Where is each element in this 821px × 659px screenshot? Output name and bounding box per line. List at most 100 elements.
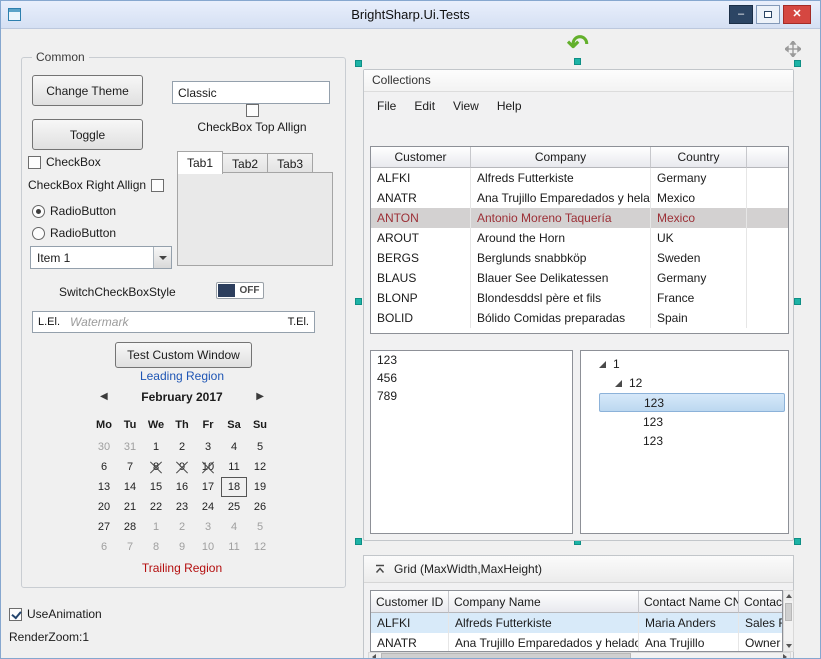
calendar-day[interactable]: 4 (221, 517, 247, 537)
table-row[interactable]: BERGS Berglunds snabbköp Sweden (371, 248, 788, 268)
checkbox-row[interactable]: CheckBox (28, 155, 101, 169)
selection-handle[interactable] (794, 60, 801, 67)
calendar-day[interactable]: 7 (117, 537, 143, 557)
calendar-day[interactable]: 5 (247, 517, 273, 537)
test-custom-window-button[interactable]: Test Custom Window (115, 342, 252, 368)
calendar-day[interactable]: 28 (117, 517, 143, 537)
calendar-day[interactable]: 22 (143, 497, 169, 517)
combobox-dropdown-button[interactable] (153, 247, 171, 268)
column-header-customer[interactable]: Customer (371, 147, 471, 168)
menu-help[interactable]: Help (488, 96, 531, 116)
calendar-day[interactable]: 21 (117, 497, 143, 517)
grid-expander-header[interactable]: Grid (MaxWidth,MaxHeight) (364, 556, 793, 583)
calendar-day[interactable]: 13 (91, 477, 117, 497)
table-row[interactable]: BLONP Blondesddsl père et fils France (371, 288, 788, 308)
checkbox-right-align[interactable] (151, 179, 164, 192)
refresh-icon[interactable]: ↶ (567, 29, 589, 60)
selection-handle[interactable] (794, 538, 801, 545)
selection-handle[interactable] (355, 538, 362, 545)
calendar-day[interactable]: 1 (143, 437, 169, 457)
checkbox-right-align-row[interactable]: CheckBox Right Allign (28, 178, 164, 192)
calendar-day[interactable]: 14 (117, 477, 143, 497)
calendar-day[interactable]: 3 (195, 517, 221, 537)
theme-combobox[interactable]: Classic (172, 81, 330, 104)
calendar-day[interactable]: 25 (221, 497, 247, 517)
menu-edit[interactable]: Edit (405, 96, 444, 116)
radio-row-1[interactable]: RadioButton (32, 204, 116, 218)
calendar-day[interactable]: 23 (169, 497, 195, 517)
scrollbar-thumb[interactable] (785, 603, 792, 621)
calendar-day[interactable]: 3 (195, 437, 221, 457)
selection-handle[interactable] (355, 60, 362, 67)
calendar-day[interactable]: 11 (221, 537, 247, 557)
radio-button-1[interactable] (32, 205, 45, 218)
table-row[interactable]: AROUT Around the Horn UK (371, 228, 788, 248)
selection-handle[interactable] (794, 298, 801, 305)
scroll-down-icon[interactable] (784, 641, 793, 651)
calendar-day[interactable]: 19 (247, 477, 273, 497)
calendar-day[interactable]: 16 (169, 477, 195, 497)
calendar-day[interactable]: 6 (91, 457, 117, 477)
selection-handle[interactable] (574, 58, 581, 65)
scroll-right-icon[interactable] (780, 653, 790, 659)
calendar-day[interactable]: 26 (247, 497, 273, 517)
calendar-day-selected[interactable]: 18 (221, 477, 247, 497)
checkbox[interactable] (28, 156, 41, 169)
maximize-button[interactable] (756, 5, 780, 24)
list-item[interactable]: 789 (371, 387, 572, 405)
calendar-day[interactable]: 20 (91, 497, 117, 517)
calendar-day[interactable]: 7 (117, 457, 143, 477)
tree-leaf[interactable]: 123 (599, 431, 785, 450)
radio-button-2[interactable] (32, 227, 45, 240)
calendar-day[interactable]: 1 (143, 517, 169, 537)
calendar-day[interactable]: 9 (169, 537, 195, 557)
tree-node-child[interactable]: 12 (615, 374, 642, 392)
move-cursor-icon[interactable] (785, 41, 801, 57)
column-header-company[interactable]: Company (471, 147, 651, 168)
tree-node-root[interactable]: 1 (599, 355, 620, 373)
scroll-left-icon[interactable] (369, 653, 379, 659)
calendar-day[interactable]: 12 (247, 457, 273, 477)
calendar-day[interactable]: 6 (91, 537, 117, 557)
collapse-pin-icon[interactable] (374, 563, 386, 575)
expander-icon[interactable] (615, 380, 622, 387)
calendar-day[interactable]: 24 (195, 497, 221, 517)
tree-leaf-selected[interactable]: 123 (599, 393, 785, 412)
tab-tab1[interactable]: Tab1 (177, 151, 223, 174)
calendar-day[interactable]: 12 (247, 537, 273, 557)
watermark-textbox[interactable]: L.El. Watermark T.El. (32, 311, 315, 333)
table-row[interactable]: BOLID Bólido Comidas preparadas Spain (371, 308, 788, 328)
switch-checkbox[interactable]: OFF (216, 282, 264, 299)
table-row[interactable]: ANATR Ana Trujillo Emparedados y helados… (371, 633, 782, 652)
calendar-month-title[interactable]: February 2017 (90, 387, 274, 407)
calendar-day[interactable]: 30 (91, 437, 117, 457)
column-header-customer-id[interactable]: Customer ID (371, 591, 449, 613)
tab-tab3[interactable]: Tab3 (268, 153, 313, 174)
expander-icon[interactable] (599, 361, 606, 368)
calendar-day[interactable]: 8 (143, 537, 169, 557)
calendar-day[interactable]: 2 (169, 437, 195, 457)
calendar-day[interactable]: 5 (247, 437, 273, 457)
calendar-day[interactable]: 2 (169, 517, 195, 537)
list-item[interactable]: 456 (371, 369, 572, 387)
checkbox-top-align[interactable] (246, 104, 259, 117)
column-header-contact-name[interactable]: Contact Name CN (639, 591, 739, 613)
column-header-contact[interactable]: Contact (739, 591, 782, 613)
switch-thumb[interactable] (218, 284, 235, 297)
calendar-day[interactable]: 31 (117, 437, 143, 457)
item-combobox[interactable]: Item 1 (30, 246, 172, 269)
table-row-selected[interactable]: ALFKI Alfreds Futterkiste Maria Anders S… (371, 613, 782, 633)
selection-handle[interactable] (355, 298, 362, 305)
table-row[interactable]: BLAUS Blauer See Delikatessen Germany (371, 268, 788, 288)
calendar-next-icon[interactable]: ▶ (256, 387, 264, 407)
menu-file[interactable]: File (368, 96, 405, 116)
scroll-up-icon[interactable] (784, 591, 793, 601)
calendar-day[interactable]: 11 (221, 457, 247, 477)
tree-leaf[interactable]: 123 (599, 412, 785, 431)
horizontal-scrollbar[interactable] (368, 652, 791, 659)
table-row-selected[interactable]: ANTON Antonio Moreno Taquería Mexico (371, 208, 788, 228)
tab-tab2[interactable]: Tab2 (223, 153, 268, 174)
use-animation-checkbox[interactable] (9, 608, 22, 621)
calendar-day[interactable]: 17 (195, 477, 221, 497)
menu-view[interactable]: View (444, 96, 488, 116)
